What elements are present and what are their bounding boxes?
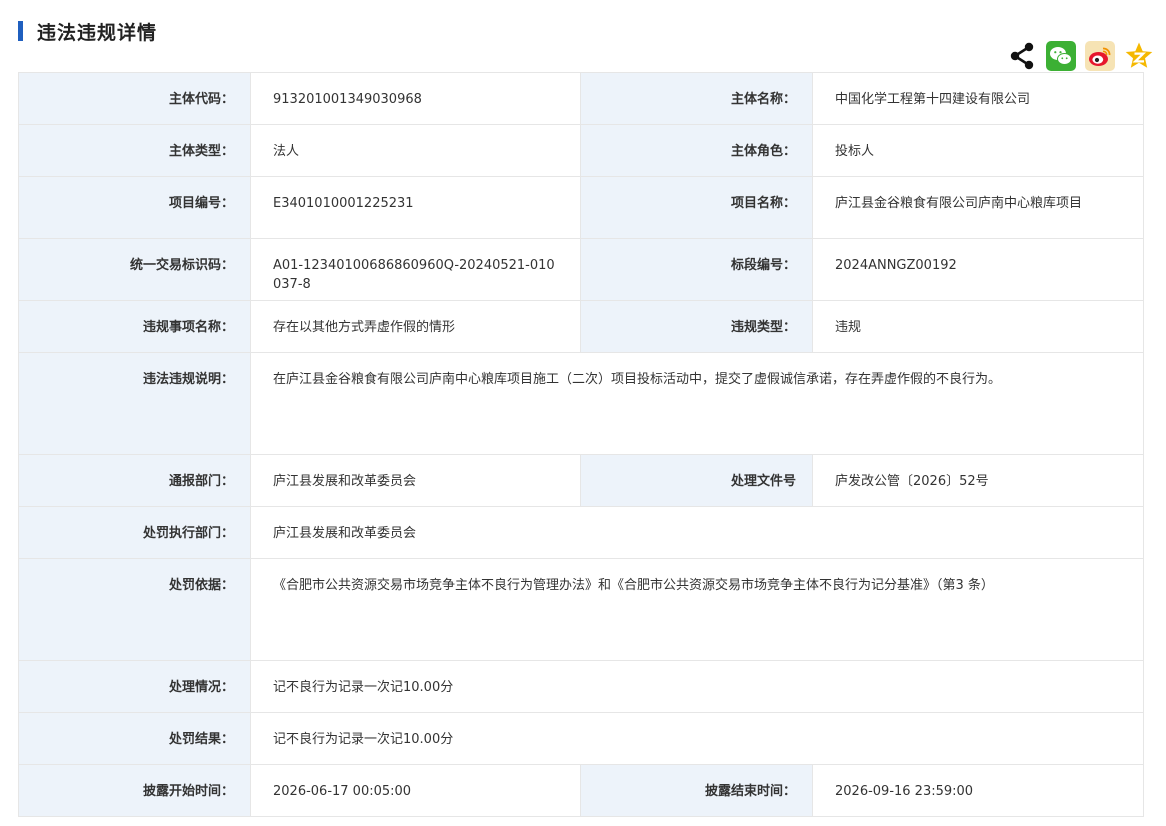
handling-value: 记不良行为记录一次记10.00分 <box>250 660 1144 713</box>
violation-item-label: 违规事项名称： <box>18 300 251 353</box>
wechat-icon[interactable] <box>1046 41 1076 71</box>
table-row: 处理情况： 记不良行为记录一次记10.00分 <box>18 660 1144 713</box>
subject-name-label: 主体名称： <box>580 72 813 125</box>
doc-no-label: 处理文件号 <box>580 454 813 507</box>
subject-role-label: 主体角色： <box>580 124 813 177</box>
violation-detail-table: 主体代码： 913201001349030968 主体名称： 中国化学工程第十四… <box>18 72 1144 817</box>
table-row: 项目编号： E3401010001225231 项目名称： 庐江县金谷粮食有限公… <box>18 176 1144 239</box>
exec-dept-label: 处罚执行部门： <box>18 506 251 559</box>
violation-desc-label: 违法违规说明： <box>18 352 251 455</box>
page-header: 违法违规详情 <box>18 20 158 44</box>
basis-label: 处罚依据： <box>18 558 251 661</box>
weibo-icon[interactable] <box>1085 41 1115 71</box>
table-row: 处罚结果： 记不良行为记录一次记10.00分 <box>18 712 1144 765</box>
table-row: 通报部门： 庐江县发展和改革委员会 处理文件号 庐发改公管〔2026〕52号 <box>18 454 1144 507</box>
table-row: 主体类型： 法人 主体角色： 投标人 <box>18 124 1144 177</box>
end-time-value: 2026-09-16 23:59:00 <box>812 764 1144 817</box>
handling-label: 处理情况： <box>18 660 251 713</box>
subject-role-value: 投标人 <box>812 124 1144 177</box>
section-no-label: 标段编号： <box>580 238 813 301</box>
share-toolbar <box>1007 41 1154 71</box>
table-row: 主体代码： 913201001349030968 主体名称： 中国化学工程第十四… <box>18 72 1144 125</box>
trade-id-value: A01-12340100686860960Q-20240521-010037-8 <box>250 238 581 301</box>
result-label: 处罚结果： <box>18 712 251 765</box>
result-value: 记不良行为记录一次记10.00分 <box>250 712 1144 765</box>
table-row: 违规事项名称： 存在以其他方式弄虚作假的情形 违规类型： 违规 <box>18 300 1144 353</box>
title-accent-bar <box>18 21 23 41</box>
subject-code-value: 913201001349030968 <box>250 72 581 125</box>
share-icon[interactable] <box>1007 41 1037 71</box>
project-no-label: 项目编号： <box>18 176 251 239</box>
violation-type-value: 违规 <box>812 300 1144 353</box>
report-dept-label: 通报部门： <box>18 454 251 507</box>
violation-desc-value: 在庐江县金谷粮食有限公司庐南中心粮库项目施工（二次）项目投标活动中，提交了虚假诚… <box>250 352 1144 455</box>
project-name-value: 庐江县金谷粮食有限公司庐南中心粮库项目 <box>812 176 1144 239</box>
end-time-label: 披露结束时间： <box>580 764 813 817</box>
table-row: 处罚执行部门： 庐江县发展和改革委员会 <box>18 506 1144 559</box>
subject-name-value: 中国化学工程第十四建设有限公司 <box>812 72 1144 125</box>
start-time-label: 披露开始时间： <box>18 764 251 817</box>
page-title: 违法违规详情 <box>37 21 158 44</box>
table-row: 统一交易标识码： A01-12340100686860960Q-20240521… <box>18 238 1144 301</box>
subject-code-label: 主体代码： <box>18 72 251 125</box>
table-row: 违法违规说明： 在庐江县金谷粮食有限公司庐南中心粮库项目施工（二次）项目投标活动… <box>18 352 1144 455</box>
doc-no-value: 庐发改公管〔2026〕52号 <box>812 454 1144 507</box>
subject-type-label: 主体类型： <box>18 124 251 177</box>
project-name-label: 项目名称： <box>580 176 813 239</box>
qzone-icon[interactable] <box>1124 41 1154 71</box>
basis-value: 《合肥市公共资源交易市场竞争主体不良行为管理办法》和《合肥市公共资源交易市场竞争… <box>250 558 1144 661</box>
table-row: 处罚依据： 《合肥市公共资源交易市场竞争主体不良行为管理办法》和《合肥市公共资源… <box>18 558 1144 661</box>
violation-item-value: 存在以其他方式弄虚作假的情形 <box>250 300 581 353</box>
table-row: 披露开始时间： 2026-06-17 00:05:00 披露结束时间： 2026… <box>18 764 1144 817</box>
project-no-value: E3401010001225231 <box>250 176 581 239</box>
section-no-value: 2024ANNGZ00192 <box>812 238 1144 301</box>
report-dept-value: 庐江县发展和改革委员会 <box>250 454 581 507</box>
start-time-value: 2026-06-17 00:05:00 <box>250 764 581 817</box>
violation-type-label: 违规类型： <box>580 300 813 353</box>
trade-id-label: 统一交易标识码： <box>18 238 251 301</box>
subject-type-value: 法人 <box>250 124 581 177</box>
exec-dept-value: 庐江县发展和改革委员会 <box>250 506 1144 559</box>
